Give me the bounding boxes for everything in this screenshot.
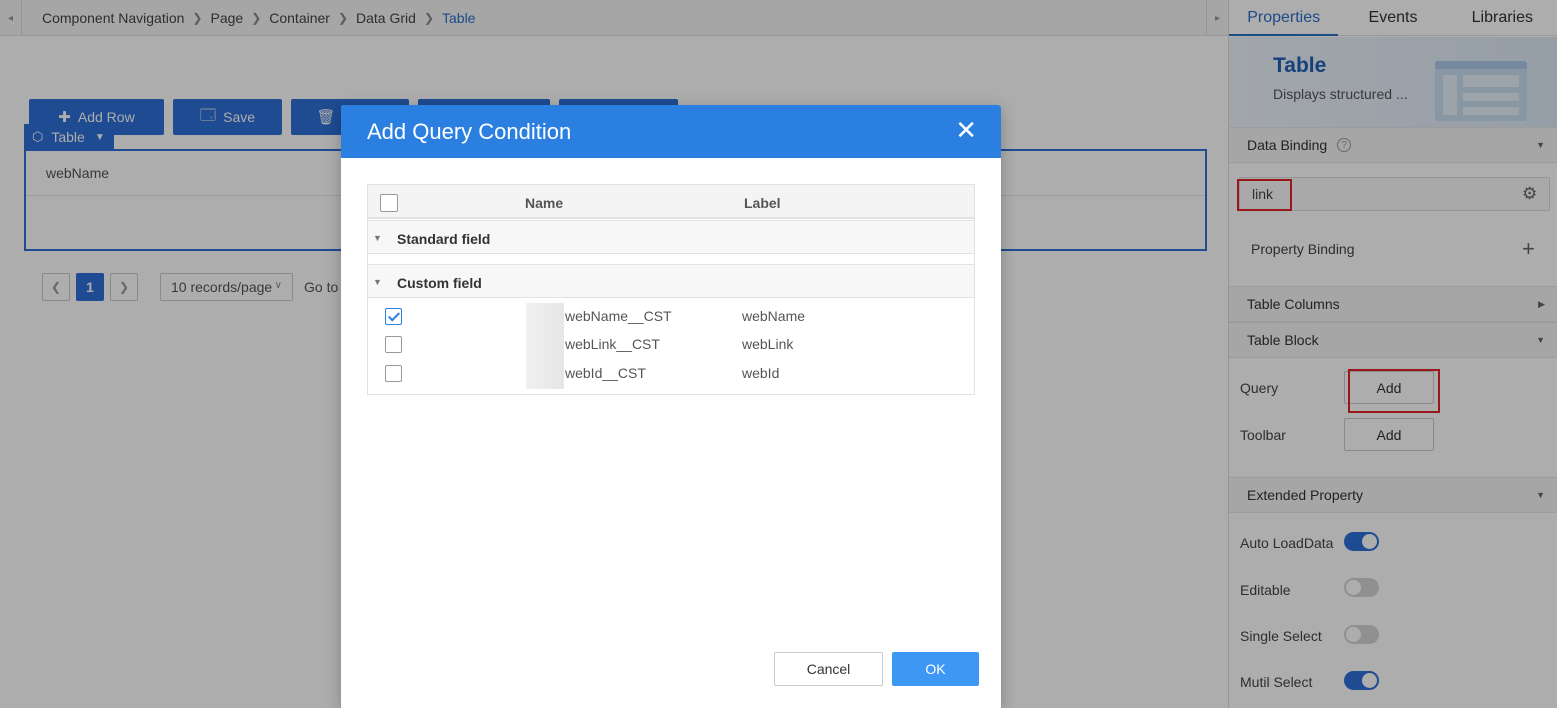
caret-down-icon[interactable]: ▼ — [373, 277, 382, 287]
field-name: webName__CST — [565, 308, 672, 324]
field-row[interactable]: webName__CST webName — [368, 303, 974, 332]
column-header-label: Label — [744, 195, 781, 211]
group-standard-field[interactable]: ▼ Standard field — [368, 220, 974, 254]
redacted-prefix — [526, 303, 564, 332]
group-custom-field[interactable]: ▼ Custom field — [368, 264, 974, 298]
field-grid: Name Label ▼ Standard field ▼ Custom fie… — [367, 184, 975, 395]
field-checkbox[interactable] — [385, 365, 402, 382]
field-name: webLink__CST — [565, 336, 660, 352]
caret-down-icon[interactable]: ▼ — [373, 233, 382, 243]
field-checkbox[interactable] — [385, 308, 402, 325]
dialog-header: Add Query Condition ✕ — [341, 105, 1001, 158]
field-label: webLink — [742, 336, 794, 352]
redacted-prefix — [526, 360, 564, 389]
dialog-title: Add Query Condition — [367, 119, 572, 144]
add-query-condition-dialog: Add Query Condition ✕ Name Label ▼ Stand… — [341, 105, 1001, 708]
field-label: webId — [742, 365, 780, 381]
select-all-checkbox[interactable] — [380, 194, 398, 212]
field-checkbox[interactable] — [385, 336, 402, 353]
group-label: Standard field — [397, 231, 491, 247]
field-name: webId__CST — [565, 365, 646, 381]
field-label: webName — [742, 308, 806, 324]
redacted-prefix — [526, 331, 564, 360]
cancel-button[interactable]: Cancel — [774, 652, 883, 686]
field-row[interactable]: webLink__CST webLink — [368, 331, 974, 360]
column-header-name: Name — [525, 195, 564, 211]
close-icon[interactable]: ✕ — [955, 117, 977, 143]
field-row[interactable]: webId__CST webId — [368, 360, 974, 389]
ok-button[interactable]: OK — [892, 652, 979, 686]
grid-header: Name Label — [368, 185, 974, 219]
group-label: Custom field — [397, 275, 482, 291]
